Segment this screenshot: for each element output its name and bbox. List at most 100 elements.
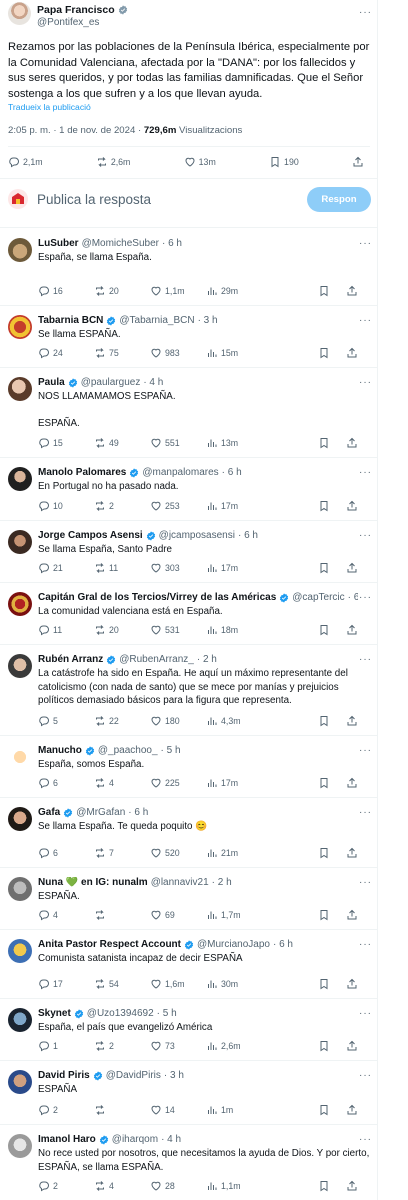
post-timestamp[interactable]: 2:05 p. m. · 1 de nov. de 2024 · bbox=[8, 125, 144, 136]
repost-button[interactable]: 7 bbox=[94, 847, 150, 859]
more-options-icon[interactable]: ··· bbox=[359, 592, 372, 603]
author-handle[interactable]: @Pontifex_es bbox=[37, 17, 99, 28]
reply-button[interactable]: 1 bbox=[38, 1040, 94, 1052]
reply-post[interactable]: Manolo Palomares @manpalomares · 6 h ··· En … bbox=[0, 457, 378, 520]
share-icon[interactable] bbox=[346, 624, 358, 636]
reply-button[interactable]: 2 bbox=[38, 1104, 94, 1116]
share-icon[interactable] bbox=[346, 978, 358, 990]
reply-post[interactable]: Paula @paularguez · 4 h ··· NOS LLAMAMAMOS E… bbox=[0, 367, 378, 457]
bookmark-icon[interactable] bbox=[318, 285, 330, 297]
post-time[interactable]: · 6 h bbox=[348, 592, 358, 603]
repost-button[interactable]: 54 bbox=[94, 978, 150, 990]
reply-post[interactable]: Skynet @Uzo1394692 · 5 h ··· España, el país… bbox=[0, 998, 378, 1060]
author-handle[interactable]: @RubenArranz_ bbox=[119, 654, 194, 665]
views-button[interactable]: 13m bbox=[206, 437, 268, 449]
author-name[interactable]: Paula bbox=[38, 377, 65, 388]
like-button[interactable]: 13m bbox=[184, 156, 216, 168]
post-time[interactable]: · 6 h bbox=[238, 530, 258, 541]
author-name[interactable]: LuSuber bbox=[38, 238, 79, 249]
bookmark-icon[interactable] bbox=[318, 909, 330, 921]
reply-button[interactable]: 17 bbox=[38, 978, 94, 990]
bookmark-icon[interactable] bbox=[318, 715, 330, 727]
more-options-icon[interactable]: ··· bbox=[359, 1008, 372, 1019]
bookmark-icon[interactable] bbox=[318, 624, 330, 636]
bookmark-icon[interactable] bbox=[318, 1040, 330, 1052]
post-time[interactable]: · 6 h bbox=[273, 939, 293, 950]
author-name-row[interactable]: Papa Francisco bbox=[37, 4, 128, 16]
reply-post[interactable]: Gafa @MrGafan · 6 h ··· Se llama España. Te … bbox=[0, 797, 378, 867]
reply-button[interactable]: 16 bbox=[38, 285, 94, 297]
repost-button[interactable]: 2,6m bbox=[96, 156, 130, 168]
share-button[interactable] bbox=[352, 156, 364, 168]
like-button[interactable]: 1,6m bbox=[150, 978, 206, 990]
share-icon[interactable] bbox=[346, 909, 358, 921]
more-options-icon[interactable]: ··· bbox=[359, 745, 372, 756]
repost-button[interactable]: 49 bbox=[94, 437, 150, 449]
repost-button[interactable]: 75 bbox=[94, 347, 150, 359]
share-icon[interactable] bbox=[346, 777, 358, 789]
avatar[interactable] bbox=[8, 377, 32, 401]
avatar[interactable] bbox=[8, 315, 32, 339]
repost-button[interactable]: 4 bbox=[94, 1180, 150, 1192]
like-button[interactable]: 253 bbox=[150, 500, 206, 512]
avatar[interactable] bbox=[8, 807, 32, 831]
reply-post[interactable]: Anita Pastor Respect Account @MurcianoJap… bbox=[0, 929, 378, 998]
bookmark-icon[interactable] bbox=[318, 777, 330, 789]
views-button[interactable]: 15m bbox=[206, 347, 268, 359]
bookmark-icon[interactable] bbox=[318, 437, 330, 449]
like-button[interactable]: 69 bbox=[150, 909, 206, 921]
author-name[interactable]: Skynet bbox=[38, 1008, 71, 1019]
author-name[interactable]: Nuna 💚 en IG: nunalm bbox=[38, 877, 148, 888]
reply-post[interactable]: Nuna 💚 en IG: nunalm @lannaviv21 · 2 h ··· E… bbox=[0, 867, 378, 929]
author-avatar[interactable] bbox=[8, 2, 31, 25]
like-button[interactable]: 180 bbox=[150, 715, 206, 727]
avatar[interactable] bbox=[8, 654, 32, 678]
share-icon[interactable] bbox=[346, 1040, 358, 1052]
more-options-icon[interactable]: ··· bbox=[359, 377, 372, 388]
user-avatar[interactable] bbox=[8, 189, 28, 209]
author-name[interactable]: Capitán Gral de los Tercios/Virrey de la… bbox=[38, 592, 276, 603]
repost-button[interactable]: 20 bbox=[94, 285, 150, 297]
reply-button[interactable]: 24 bbox=[38, 347, 94, 359]
avatar[interactable] bbox=[8, 939, 32, 963]
reply-input[interactable]: Publica la resposta bbox=[37, 192, 151, 207]
reply-button[interactable]: 21 bbox=[38, 562, 94, 574]
share-icon[interactable] bbox=[346, 562, 358, 574]
more-options-icon[interactable]: ··· bbox=[359, 939, 372, 950]
views-button[interactable]: 1,7m bbox=[206, 909, 268, 921]
author-handle[interactable]: @paularguez bbox=[81, 377, 141, 388]
avatar[interactable] bbox=[8, 530, 32, 554]
views-button[interactable]: 1m bbox=[206, 1104, 268, 1116]
reply-post[interactable]: Tabarnia BCN @Tabarnia_BCN · 3 h ··· Se llam… bbox=[0, 305, 378, 367]
author-handle[interactable]: @manpalomares bbox=[142, 467, 218, 478]
like-button[interactable]: 531 bbox=[150, 624, 206, 636]
author-handle[interactable]: @capTercic bbox=[292, 592, 344, 603]
more-options-icon[interactable]: ··· bbox=[359, 530, 372, 541]
author-handle[interactable]: @DavidPiris bbox=[106, 1070, 161, 1081]
reply-post[interactable]: Imanol Haro @iharqom · 4 h ··· No rece usted… bbox=[0, 1124, 378, 1200]
bookmark-icon[interactable] bbox=[318, 500, 330, 512]
views-button[interactable]: 4,3m bbox=[206, 715, 268, 727]
reply-button[interactable]: 10 bbox=[38, 500, 94, 512]
views-button[interactable]: 17m bbox=[206, 777, 268, 789]
post-time[interactable]: · 6 h bbox=[222, 467, 242, 478]
reply-button[interactable]: 11 bbox=[38, 624, 94, 636]
bookmark-button[interactable]: 190 bbox=[269, 156, 299, 168]
repost-button[interactable]: 4 bbox=[94, 777, 150, 789]
reply-button[interactable]: 15 bbox=[38, 437, 94, 449]
share-icon[interactable] bbox=[346, 285, 358, 297]
views-button[interactable]: 18m bbox=[206, 624, 268, 636]
views-button[interactable]: 29m bbox=[206, 285, 268, 297]
more-options-icon[interactable]: ··· bbox=[359, 238, 372, 249]
reply-post[interactable]: Manucho @_paachoo_ · 5 h ··· España, somos E… bbox=[0, 735, 378, 797]
post-time[interactable]: · 3 h bbox=[198, 315, 218, 326]
post-time[interactable]: · 5 h bbox=[157, 1008, 177, 1019]
post-time[interactable]: · 5 h bbox=[161, 745, 181, 756]
author-name[interactable]: Jorge Campos Asensi bbox=[38, 530, 143, 541]
reply-post[interactable]: LuSuber @MomicheSuber · 6 h ··· España, se l… bbox=[0, 228, 378, 305]
views-button[interactable]: 17m bbox=[206, 500, 268, 512]
author-handle[interactable]: @MrGafan bbox=[76, 807, 125, 818]
author-handle[interactable]: @_paachoo_ bbox=[98, 745, 158, 756]
avatar[interactable] bbox=[8, 1134, 32, 1158]
reply-button[interactable]: 2,1m bbox=[8, 156, 43, 168]
